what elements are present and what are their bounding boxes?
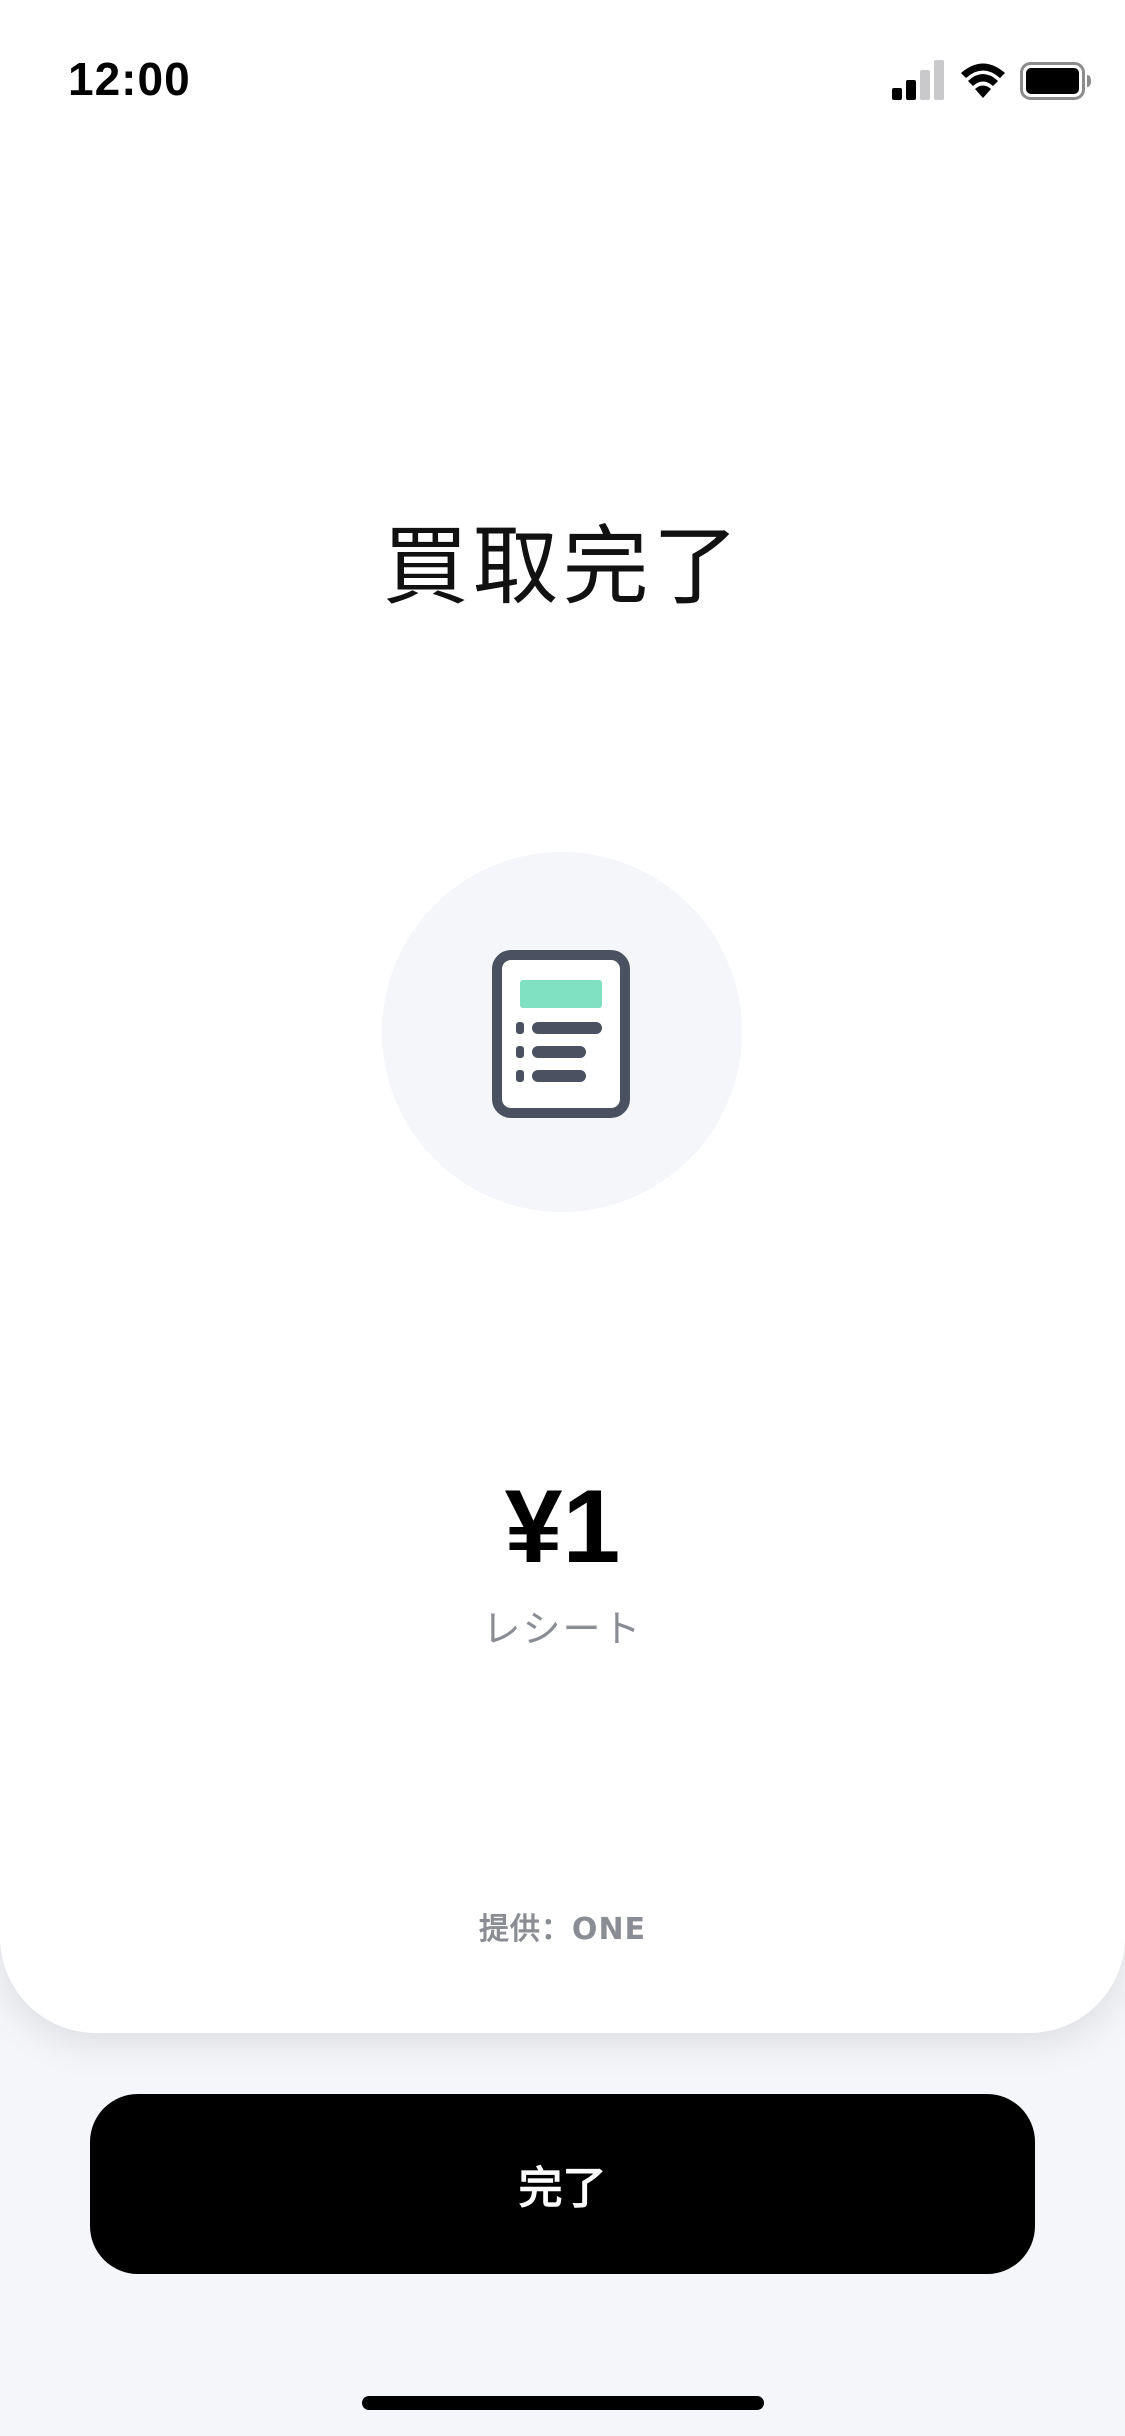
item-label: レシート <box>482 1607 643 1651</box>
wifi-icon <box>961 63 1005 98</box>
completion-card: 12:00 買取完了 ¥1 レシート 提供：ONE <box>0 0 1125 2033</box>
provider-credit: 提供：ONE <box>478 1912 647 1947</box>
page-title: 買取完了 <box>382 517 743 617</box>
done-button-label: 完了 <box>518 2163 607 2214</box>
home-indicator[interactable] <box>362 2396 764 2410</box>
cellular-signal-icon <box>892 60 944 100</box>
purchase-amount: ¥1 <box>504 1469 621 1585</box>
status-bar: 12:00 <box>0 0 1125 140</box>
battery-icon <box>1020 62 1091 100</box>
status-time: 12:00 <box>68 53 191 105</box>
done-button[interactable]: 完了 <box>90 2094 1035 2274</box>
receipt-icon <box>492 950 630 1118</box>
